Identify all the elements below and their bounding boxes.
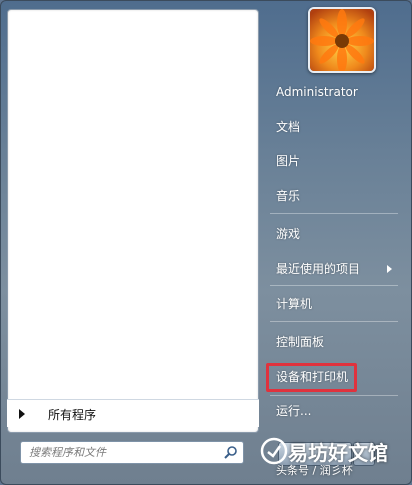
search-icon[interactable] [223, 445, 239, 461]
search-box[interactable] [20, 441, 244, 464]
menu-item-music-label: 音乐 [276, 189, 301, 203]
menu-item-computer[interactable]: 计算机 [268, 291, 398, 317]
watermark-subtitle: 头条号 / 润彡杯 [276, 464, 353, 477]
menu-item-games-label: 游戏 [276, 227, 301, 241]
menu-item-music[interactable]: 音乐 [268, 183, 398, 209]
programs-pane[interactable] [7, 9, 259, 433]
menu-separator [270, 321, 398, 322]
all-programs-item[interactable]: 所有程序 [7, 399, 259, 427]
menu-item-user-label: Administrator [276, 85, 358, 99]
expand-arrow-icon [19, 409, 25, 419]
menu-separator [270, 213, 398, 214]
menu-item-control-panel-label: 控制面板 [276, 335, 325, 349]
menu-separator [270, 285, 398, 286]
menu-item-recent-items[interactable]: 最近使用的项目 [268, 256, 398, 282]
menu-item-control-panel[interactable]: 控制面板 [268, 329, 398, 355]
menu-item-games[interactable]: 游戏 [268, 221, 398, 247]
search-input[interactable] [21, 442, 237, 463]
menu-item-pictures-label: 图片 [276, 154, 301, 168]
menu-item-recent-items-label: 最近使用的项目 [276, 262, 361, 276]
submenu-arrow-icon [387, 265, 392, 273]
menu-separator [270, 395, 398, 396]
menu-item-documents[interactable]: 文档 [268, 114, 398, 140]
user-avatar[interactable] [308, 7, 376, 73]
all-programs-label: 所有程序 [48, 408, 97, 422]
menu-item-run-label: 运行... [276, 404, 312, 418]
menu-item-documents-label: 文档 [276, 120, 301, 134]
watermark: 易坊好文馆 头条号 / 润彡杯 [258, 435, 410, 483]
menu-item-user[interactable]: Administrator [268, 79, 398, 105]
watermark-logo-icon [260, 437, 288, 465]
menu-item-run[interactable]: 运行... [268, 398, 398, 424]
menu-item-computer-label: 计算机 [276, 297, 313, 311]
highlight-box [266, 363, 357, 392]
menu-item-pictures[interactable]: 图片 [268, 148, 398, 174]
